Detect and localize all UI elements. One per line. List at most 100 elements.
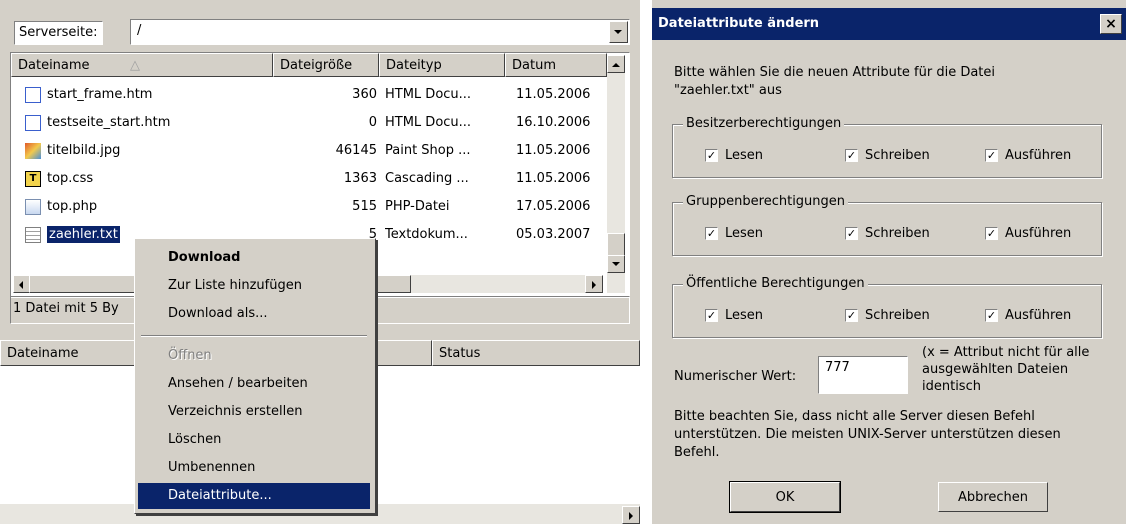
numeric-value-label: Numerischer Wert: xyxy=(674,369,797,384)
checkmark-icon: ✓ xyxy=(845,227,858,240)
menu-item-file-attributes[interactable]: Dateiattribute... xyxy=(138,483,370,509)
image-file-icon xyxy=(25,143,41,159)
file-attributes-dialog: Dateiattribute ändern × Bitte wählen Sie… xyxy=(652,0,1126,524)
menu-item-download[interactable]: Download xyxy=(138,245,370,271)
menu-item-view-edit[interactable]: Ansehen / bearbeiten xyxy=(138,371,370,397)
file-name: testseite_start.htm xyxy=(47,115,171,130)
file-row[interactable]: testseite_start.htm 0 HTML Docu... 16.10… xyxy=(11,109,607,137)
group-label: Öffentliche Berechtigungen xyxy=(683,275,868,293)
column-header-label: Dateiname xyxy=(18,58,90,73)
group-label: Gruppenberechtigungen xyxy=(683,193,849,211)
warning-line: unterstützen. Die meisten UNIX-Server un… xyxy=(674,427,1061,442)
arrow-down-icon xyxy=(612,262,620,266)
server-path-row: Serverseite: / xyxy=(10,18,630,46)
numeric-note: (x = Attribut nicht für alle ausgewählte… xyxy=(922,344,1122,395)
combo-dropdown-button[interactable] xyxy=(609,21,628,43)
file-size: 360 xyxy=(352,87,377,102)
status-text: 1 Datei mit 5 By xyxy=(13,301,119,316)
dialog-title: Dateiattribute ändern xyxy=(658,16,820,31)
server-label: Serverseite: xyxy=(14,21,103,45)
file-name: top.php xyxy=(47,199,98,214)
arrow-right-icon xyxy=(629,512,633,520)
file-type: Textdokum... xyxy=(385,227,468,242)
sort-asc-icon: △ xyxy=(130,58,140,73)
file-date: 16.10.2006 xyxy=(516,115,591,130)
scroll-up-button[interactable] xyxy=(607,55,625,73)
note-line: (x = Attribut nicht für alle xyxy=(922,345,1090,360)
file-size: 1363 xyxy=(343,171,377,186)
file-type: Cascading ... xyxy=(385,171,469,186)
arrow-left-icon xyxy=(19,281,23,289)
column-header-type[interactable]: Dateityp xyxy=(379,53,505,77)
file-name: zaehler.txt xyxy=(46,225,120,244)
close-icon: × xyxy=(1105,16,1117,32)
file-date: 11.05.2006 xyxy=(516,143,591,158)
owner-permissions-group: Besitzerberechtigungen ✓ Lesen ✓ Schreib… xyxy=(672,115,1102,178)
menu-item-open: Öffnen xyxy=(168,348,212,363)
column-header-filename[interactable]: Dateiname △ xyxy=(11,53,273,77)
numeric-value-input[interactable]: 777 xyxy=(818,356,908,394)
scroll-right-button[interactable] xyxy=(622,506,640,524)
css-file-icon: T xyxy=(25,171,41,187)
ok-button[interactable]: OK xyxy=(729,481,841,513)
menu-item-rename[interactable]: Umbenennen xyxy=(138,455,370,481)
server-path-combo[interactable]: / xyxy=(130,19,630,45)
menu-item-add-to-list[interactable]: Zur Liste hinzufügen xyxy=(138,273,370,299)
vertical-scrollbar[interactable] xyxy=(607,55,625,293)
warning-line: Befehl. xyxy=(674,445,720,460)
file-date: 17.05.2006 xyxy=(516,199,591,214)
scroll-down-button[interactable] xyxy=(607,255,625,273)
html-file-icon xyxy=(25,87,41,103)
file-date: 11.05.2006 xyxy=(516,87,591,102)
menu-item-delete[interactable]: Löschen xyxy=(138,427,370,453)
checkbox-label: Lesen xyxy=(725,148,764,163)
column-header-date[interactable]: Datum xyxy=(505,53,607,77)
checkmark-icon: ✓ xyxy=(845,309,858,322)
numeric-value-text: 777 xyxy=(825,360,850,375)
menu-item-create-directory[interactable]: Verzeichnis erstellen xyxy=(138,399,370,425)
server-path-value: / xyxy=(137,23,142,38)
checkmark-icon: ✓ xyxy=(985,227,998,240)
file-date: 05.03.2007 xyxy=(516,227,591,242)
arrow-up-icon xyxy=(612,63,620,67)
context-menu: Download Zur Liste hinzufügen Download a… xyxy=(134,238,376,514)
cancel-button[interactable]: Abbrechen xyxy=(938,482,1048,512)
file-row[interactable]: top.php 515 PHP-Datei 17.05.2006 xyxy=(11,193,607,221)
warning-line: Bitte beachten Sie, dass nicht alle Serv… xyxy=(674,409,1035,424)
intro-line: Bitte wählen Sie die neuen Attribute für… xyxy=(674,65,996,80)
scroll-thumb[interactable] xyxy=(607,233,625,257)
scroll-right-button[interactable] xyxy=(585,275,603,293)
public-permissions-group: Öffentliche Berechtigungen ✓ Lesen ✓ Sch… xyxy=(672,275,1102,338)
file-name: top.css xyxy=(47,171,94,186)
chevron-down-icon xyxy=(614,30,622,34)
file-name-cell: zaehler.txt xyxy=(23,221,120,249)
intro-line: "zaehler.txt" aus xyxy=(674,83,782,98)
checkmark-icon: ✓ xyxy=(985,149,998,162)
file-row[interactable]: T top.css 1363 Cascading ... 11.05.2006 xyxy=(11,165,607,193)
file-row[interactable]: start_frame.htm 360 HTML Docu... 11.05.2… xyxy=(11,81,607,109)
menu-item-download-as[interactable]: Download als... xyxy=(138,301,370,327)
html-file-icon xyxy=(25,115,41,131)
checkbox-label: Ausführen xyxy=(1005,308,1072,323)
group-permissions-group: Gruppenberechtigungen ✓ Lesen ✓ Schreibe… xyxy=(672,193,1102,256)
file-browser-panel: Serverseite: / Dateiname △ Dateigröße Da… xyxy=(0,0,640,524)
checkmark-icon: ✓ xyxy=(705,149,718,162)
menu-separator xyxy=(141,335,367,337)
checkmark-icon: ✓ xyxy=(845,149,858,162)
file-row[interactable]: titelbild.jpg 46145 Paint Shop ... 11.05… xyxy=(11,137,607,165)
file-name-cell: top.php xyxy=(23,193,297,221)
checkbox-label: Ausführen xyxy=(1005,148,1072,163)
file-name-cell: T top.css xyxy=(23,165,297,193)
note-line: ausgewählten Dateien xyxy=(922,362,1069,377)
column-header-size[interactable]: Dateigröße xyxy=(273,53,379,77)
checkbox-label: Schreiben xyxy=(865,148,930,163)
file-type: HTML Docu... xyxy=(385,115,472,130)
file-size: 0 xyxy=(368,115,377,130)
file-name: titelbild.jpg xyxy=(47,143,121,158)
php-file-icon xyxy=(25,199,41,215)
file-type: Paint Shop ... xyxy=(385,143,471,158)
close-button[interactable]: × xyxy=(1100,14,1122,34)
checkbox-label: Lesen xyxy=(725,308,764,323)
note-line: identisch xyxy=(922,379,981,394)
queue-header-status[interactable]: Status xyxy=(432,340,640,366)
